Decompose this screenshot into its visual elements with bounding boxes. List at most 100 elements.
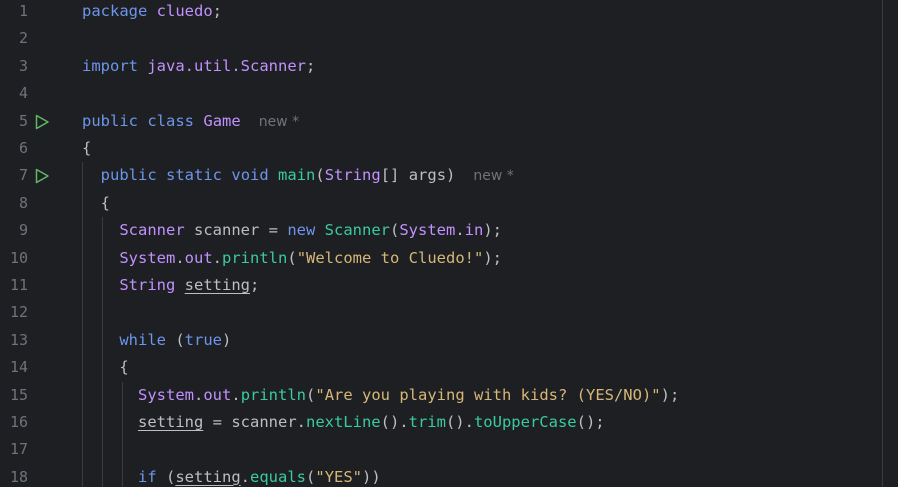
code-text[interactable]: { xyxy=(82,135,91,162)
code-token: )) xyxy=(362,467,381,486)
code-text[interactable]: String setting; xyxy=(82,272,259,299)
type-name: System xyxy=(119,248,176,267)
code-token: ( xyxy=(306,385,316,404)
code-line[interactable]: 8 { xyxy=(0,190,898,217)
line-number: 14 xyxy=(9,358,28,377)
code-token: (); xyxy=(576,413,605,431)
keyword: package xyxy=(82,2,148,20)
line-number: 2 xyxy=(18,29,28,48)
code-token: { xyxy=(82,358,129,377)
code-line[interactable]: 9 Scanner scanner = new Scanner(System.i… xyxy=(0,217,898,244)
code-line[interactable]: 10 System.out.println("Welcome to Cluedo… xyxy=(0,245,898,272)
line-number: 1 xyxy=(18,2,28,20)
code-token: setting xyxy=(184,276,250,294)
string-literal: "Welcome to Cluedo!" xyxy=(296,248,484,267)
code-token: (). xyxy=(445,413,474,431)
code-token: . xyxy=(231,385,241,404)
code-token: ( xyxy=(389,221,400,240)
code-line[interactable]: 6{ xyxy=(0,135,898,162)
code-line[interactable]: 15 System.out.println("Are you playing w… xyxy=(0,382,898,409)
code-token: ); xyxy=(483,248,502,267)
code-token: . xyxy=(175,248,185,267)
code-token: (). xyxy=(380,413,409,431)
line-number: 13 xyxy=(9,330,28,349)
method-name: nextLine xyxy=(305,413,381,431)
code-line[interactable]: 17 xyxy=(0,436,898,463)
keyword: true xyxy=(184,330,222,349)
code-token: { xyxy=(82,139,92,157)
code-line[interactable]: 11 String setting; xyxy=(0,272,898,299)
run-gutter-icon[interactable] xyxy=(34,114,50,130)
code-token: setting xyxy=(138,413,204,431)
keyword: public xyxy=(100,166,157,185)
code-line[interactable]: 13 while (true) xyxy=(0,327,898,354)
keyword: while xyxy=(119,330,166,349)
line-number: 18 xyxy=(9,467,28,486)
code-text[interactable]: public class Game new * xyxy=(82,108,299,136)
code-line[interactable]: 18 if (setting.equals("YES")) xyxy=(0,464,898,487)
line-number: 12 xyxy=(9,303,28,322)
type-name: java.util.Scanner xyxy=(147,56,306,75)
code-text[interactable]: import java.util.Scanner; xyxy=(82,53,315,80)
code-text[interactable]: public static void main(String[] args) ne… xyxy=(82,162,514,190)
code-token: out xyxy=(184,248,213,267)
code-line[interactable]: 4 xyxy=(0,80,898,107)
code-token: [] args) xyxy=(380,166,456,185)
line-number: 7 xyxy=(18,166,28,185)
code-token: . xyxy=(194,385,204,404)
code-token: ; xyxy=(250,276,260,294)
code-token: out xyxy=(203,385,232,404)
author-hint[interactable]: new * xyxy=(259,114,299,130)
code-token: . xyxy=(240,467,251,486)
code-line[interactable]: 16 setting = scanner.nextLine().trim().t… xyxy=(0,409,898,436)
run-gutter-icon[interactable] xyxy=(34,168,50,184)
code-text[interactable]: System.out.println("Are you playing with… xyxy=(82,382,679,409)
method-name: main xyxy=(278,166,316,185)
keyword: void xyxy=(231,166,269,185)
code-text[interactable]: Scanner scanner = new Scanner(System.in)… xyxy=(82,217,502,244)
code-editor[interactable]: 1 package cluedo; 2 3 import java.util.Scann… xyxy=(0,0,898,487)
code-line[interactable]: 2 xyxy=(0,25,898,52)
code-text[interactable]: { xyxy=(82,354,129,381)
code-line[interactable]: 14 { xyxy=(0,354,898,381)
keyword: static xyxy=(166,166,223,185)
type-name: System xyxy=(399,221,456,240)
code-text[interactable]: package cluedo; xyxy=(82,0,222,25)
author-hint[interactable]: new * xyxy=(473,168,513,184)
code-text[interactable]: setting = scanner.nextLine().trim().toUp… xyxy=(82,409,605,436)
code-token: ; xyxy=(305,56,316,75)
code-token: ; xyxy=(212,2,223,20)
code-line[interactable]: 5 public class Game new * xyxy=(0,108,898,135)
code-line[interactable]: 1 package cluedo; xyxy=(0,0,898,25)
code-token: ( xyxy=(315,166,325,185)
line-number: 9 xyxy=(18,221,28,240)
code-token: ); xyxy=(660,385,680,404)
keyword: if xyxy=(138,467,157,486)
method-name: equals xyxy=(250,467,307,486)
code-text[interactable]: while (true) xyxy=(82,327,231,354)
code-token: . xyxy=(212,248,223,267)
code-line[interactable]: 3 import java.util.Scanner; xyxy=(0,53,898,80)
method-name: println xyxy=(222,248,288,267)
code-text[interactable]: if (setting.equals("YES")) xyxy=(82,464,381,487)
code-text[interactable]: System.out.println("Welcome to Cluedo!")… xyxy=(82,245,502,272)
line-number: 6 xyxy=(18,139,28,157)
code-line[interactable]: 7 public static void main(String[] args)… xyxy=(0,162,898,189)
line-number: 5 xyxy=(18,111,28,130)
type-name: String xyxy=(119,276,176,294)
code-text[interactable]: { xyxy=(82,190,110,217)
code-token: setting xyxy=(175,467,241,486)
line-number: 11 xyxy=(9,276,28,294)
code-line[interactable]: 12 xyxy=(0,299,898,326)
